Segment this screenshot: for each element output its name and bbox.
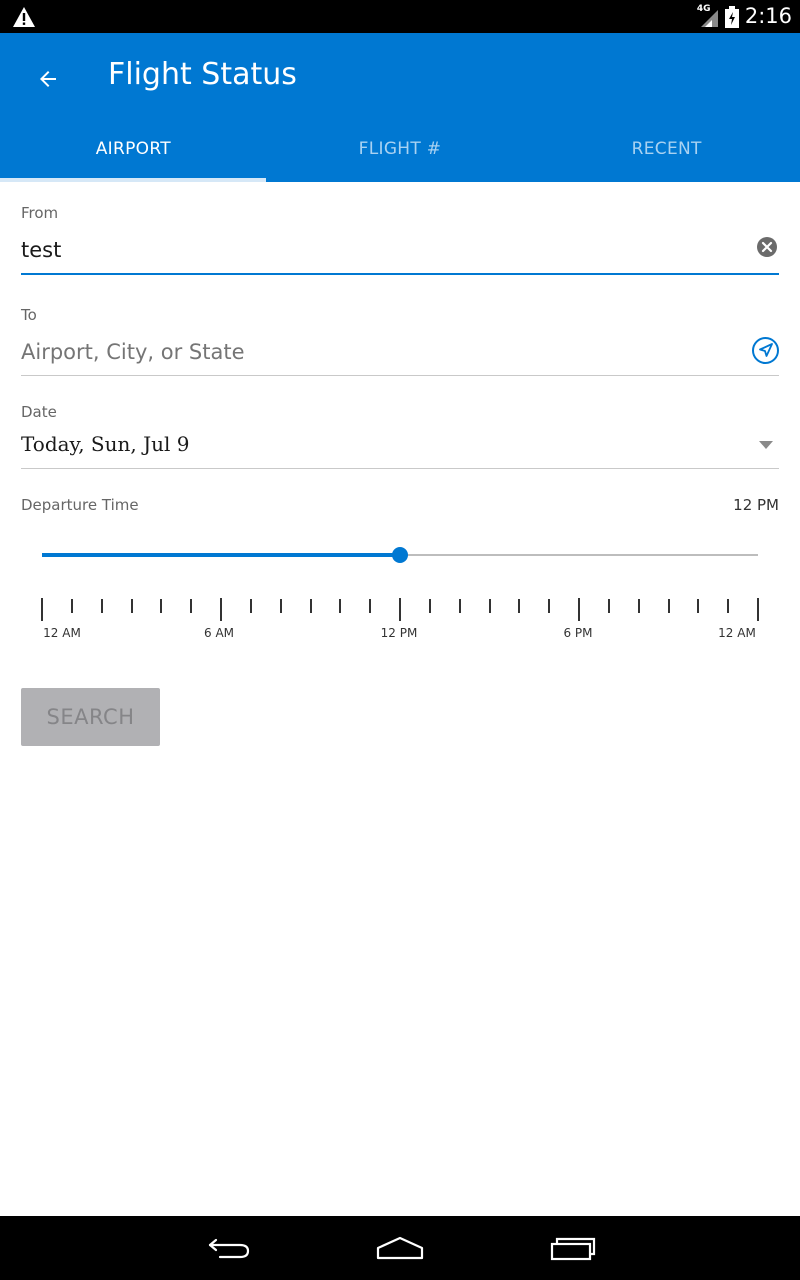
date-label: Date (21, 403, 57, 421)
page-title: Flight Status (108, 57, 297, 92)
time-tick (190, 599, 193, 613)
tab-airport[interactable]: AIRPORT (0, 125, 267, 182)
time-tick (399, 598, 401, 621)
location-arrow-icon[interactable] (751, 336, 780, 365)
time-tick (428, 599, 431, 613)
slider-thumb[interactable] (392, 547, 408, 563)
time-tick (518, 599, 521, 613)
caret-down-icon[interactable] (758, 440, 774, 450)
time-tick (458, 599, 461, 613)
departure-time-label: Departure Time (21, 496, 139, 514)
time-tick (488, 599, 491, 613)
time-tick (607, 599, 610, 613)
time-tick (727, 599, 730, 613)
nav-home-icon (376, 1236, 424, 1260)
tab-bar: AIRPORT FLIGHT # RECENT (0, 125, 800, 182)
time-tick (160, 599, 163, 613)
date-select[interactable]: Today, Sun, Jul 9 (21, 432, 741, 456)
back-button[interactable] (24, 55, 72, 103)
arrow-back-icon (40, 71, 56, 87)
time-tick (548, 599, 551, 613)
to-label: To (21, 306, 37, 324)
navigation-bar (0, 1216, 800, 1280)
search-button[interactable]: SEARCH (21, 688, 160, 746)
status-indicators: 4G 2:16 (697, 0, 792, 33)
nav-back-button[interactable] (200, 1228, 260, 1268)
time-tick (578, 598, 580, 621)
time-tick-label: 12 AM (43, 626, 81, 640)
app-bar: Flight Status AIRPORT FLIGHT # RECENT (0, 33, 800, 182)
time-tick (667, 599, 670, 613)
time-tick (100, 599, 103, 613)
tab-indicator (0, 178, 266, 182)
slider-fill (42, 553, 400, 557)
time-tick (249, 599, 252, 613)
clock: 2:16 (744, 4, 792, 28)
time-tick-label: 12 PM (380, 626, 418, 640)
warning-icon (13, 7, 35, 27)
time-tick (130, 599, 133, 613)
clear-icon[interactable] (756, 236, 778, 258)
nav-back-icon (208, 1238, 250, 1259)
nav-home-button[interactable] (370, 1228, 430, 1268)
departure-time-value: 12 PM (733, 496, 779, 514)
signal-icon: 4G (697, 4, 719, 28)
time-tick (757, 598, 759, 621)
time-tick (309, 599, 312, 613)
battery-icon (724, 5, 739, 28)
time-tick (41, 598, 43, 621)
time-tick (220, 598, 222, 621)
to-input[interactable] (21, 338, 741, 366)
date-underline (21, 468, 779, 469)
time-tick-label: 12 AM (718, 626, 756, 640)
time-tick (697, 599, 700, 613)
time-tick (279, 599, 282, 613)
time-tick (70, 599, 73, 613)
from-input[interactable] (21, 236, 741, 264)
from-underline (21, 273, 779, 275)
tab-recent[interactable]: RECENT (533, 125, 800, 182)
nav-recents-icon (550, 1237, 596, 1261)
time-tick-label: 6 PM (563, 626, 593, 640)
time-tick-label: 6 AM (203, 626, 235, 640)
time-tick (339, 599, 342, 613)
time-tick (369, 599, 372, 613)
tab-flight-number[interactable]: FLIGHT # (267, 125, 534, 182)
time-tick (637, 599, 640, 613)
from-label: From (21, 204, 59, 222)
nav-recents-button[interactable] (542, 1228, 602, 1268)
to-underline (21, 375, 779, 376)
time-ticks (0, 598, 800, 622)
status-bar: 4G 2:16 (0, 0, 800, 33)
